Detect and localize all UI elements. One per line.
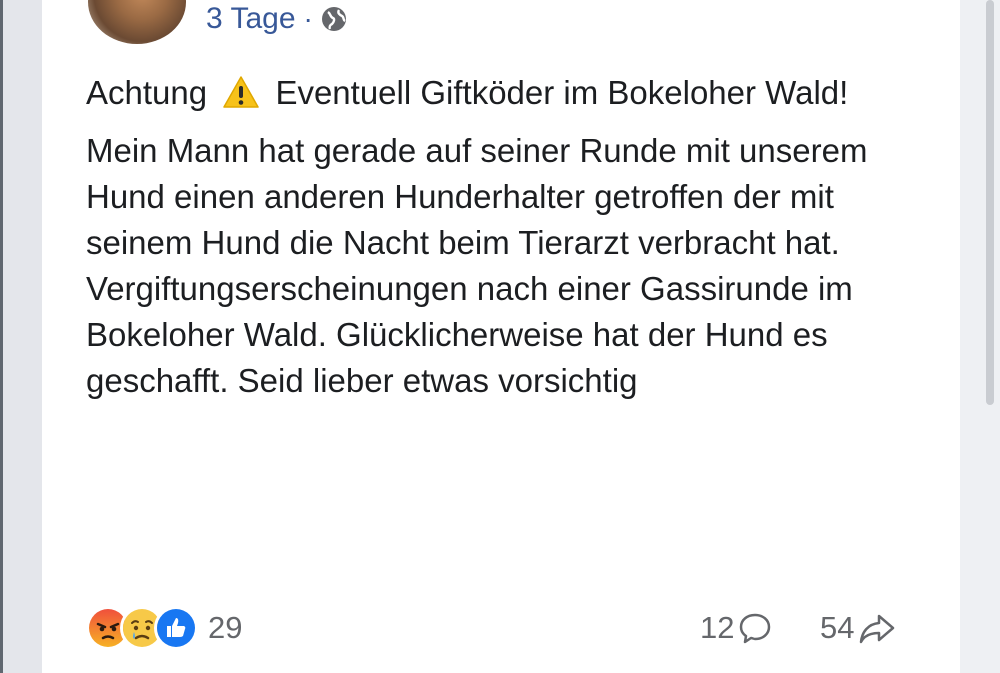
scrollbar-thumb[interactable] bbox=[986, 0, 994, 405]
shares-counter[interactable]: 54 bbox=[820, 610, 896, 646]
meta-separator: · bbox=[303, 3, 313, 34]
left-edge bbox=[0, 0, 3, 673]
globe-icon[interactable] bbox=[321, 6, 347, 32]
reaction-count[interactable]: 29 bbox=[208, 610, 242, 646]
warning-icon bbox=[222, 75, 260, 109]
share-count: 54 bbox=[820, 610, 855, 645]
left-margin bbox=[0, 0, 42, 673]
reactions-summary[interactable]: 29 bbox=[86, 606, 242, 650]
post-footer: 29 12 54 bbox=[86, 600, 926, 656]
like-reaction-icon bbox=[154, 606, 198, 650]
post-text: Achtung Eventuell Giftköder im Bokeloher… bbox=[86, 70, 936, 404]
post-headline: Achtung Eventuell Giftköder im Bokeloher… bbox=[86, 70, 936, 116]
headline-prefix: Achtung bbox=[86, 74, 208, 111]
share-icon bbox=[860, 614, 895, 644]
headline-text: Eventuell Giftköder im Bokeloher Wald! bbox=[275, 74, 849, 111]
post-meta: 3 Tage · bbox=[206, 2, 347, 36]
post-time[interactable]: 3 Tage bbox=[206, 2, 296, 36]
post-body: Mein Mann hat gerade auf seiner Runde mi… bbox=[86, 132, 868, 399]
comment-icon bbox=[740, 613, 771, 644]
comment-count: 12 bbox=[700, 610, 735, 645]
comments-counter[interactable]: 12 bbox=[700, 610, 772, 646]
right-margin bbox=[960, 0, 1000, 673]
